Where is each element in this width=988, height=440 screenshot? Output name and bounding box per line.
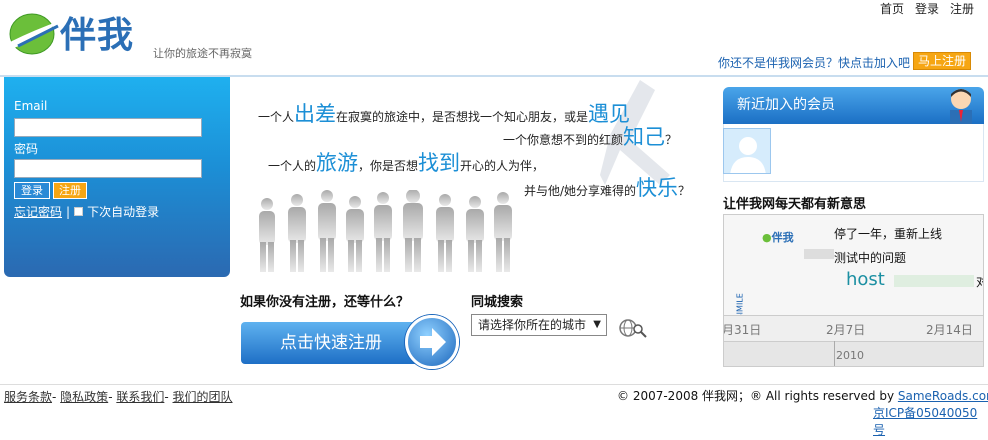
footer-link-privacy[interactable]: 隐私政策 [60,390,108,404]
icp-license-link[interactable]: 京ICP备05040050号 [873,404,988,438]
member-mascot-icon [950,89,972,124]
site-slogan: 让你的旅途不再寂寞 [153,47,252,60]
nav-login[interactable]: 登录 [915,0,939,17]
user-silhouette-icon [724,129,770,173]
timeline-event-3-tail: 对 [976,273,983,290]
login-panel: Email 密码 登录 注册 忘记密码 | 下次自动登录 [4,77,230,277]
copyright-text: © 2007-2008 伴我网；® All rights reserved by… [617,387,988,404]
logo-swoosh-icon [9,13,62,55]
timeline-date-1: 月31日 [723,323,762,337]
email-field[interactable] [14,118,202,137]
timeline-year-marker [834,341,835,366]
nav-register[interactable]: 注册 [950,0,974,17]
quick-register-button[interactable]: 点击快速注册 [241,322,421,364]
footer-link-terms[interactable]: 服务条款 [4,390,52,404]
footer-link-contact[interactable]: 联系我们 [116,390,164,404]
globe-search-icon[interactable] [618,317,648,339]
dropdown-arrow-icon: ▼ [593,319,601,330]
timeline-event-3[interactable]: host [846,269,885,290]
city-search-title: 同城搜索 [471,295,524,310]
member-avatar[interactable] [723,128,771,174]
password-label: 密码 [14,142,39,156]
city-select[interactable]: 请选择你所在的城市 ▼ [471,314,607,336]
register-cta-title: 如果你没有注册，还等什么？ [240,295,410,310]
quick-register-arrow[interactable] [405,315,459,369]
copyright-site-link[interactable]: SameRoads.com [898,389,988,403]
login-button[interactable]: 登录 [14,182,50,199]
timeline-event-1[interactable]: 停了一年，重新上线 [834,225,942,242]
timeline-date-2: 2月7日 [826,323,866,337]
people-silhouettes-image [259,190,512,272]
slogan-line-3: 一个人的旅游，你是否想找到开心的人为伴， [268,151,545,175]
footer-divider [0,384,988,385]
login-extras: 忘记密码 | 下次自动登录 [14,203,159,220]
password-field[interactable] [14,159,202,178]
site-logo[interactable]: 伴我 让你的旅途不再寂寞 [8,8,268,64]
join-now-button[interactable]: 马上注册 [913,52,971,70]
arrow-right-icon [420,328,446,356]
top-nav: 首页 登录 注册 [880,0,974,17]
timeline-event-2-bar [804,249,834,259]
email-label: Email [14,99,48,113]
timeline-date-3: 2月14日 [926,323,973,337]
timeline-year: 2010 [836,349,864,362]
news-title: 让伴我网每天都有新意思 [723,197,867,212]
city-select-value: 请选择你所在的城市 [478,318,587,332]
register-button[interactable]: 注册 [53,182,87,199]
remember-label: 下次自动登录 [87,205,160,219]
footer-links: 服务条款- 隐私政策- 联系我们- 我们的团队 [4,390,233,404]
join-prompt[interactable]: 你还不是伴我网会员？快点击加入吧 [718,54,910,71]
nav-home[interactable]: 首页 [880,0,904,17]
new-members-title: 新近加入的会员 [737,97,835,113]
timeline-event-3-highlight [894,275,974,287]
news-timeline[interactable]: ●伴我 停了一年，重新上线 测试中的问题 host 对 Timeline © S… [723,214,984,367]
logo-text: 伴我 [60,15,135,56]
timeline-logo: ●伴我 [762,231,794,244]
footer-link-team[interactable]: 我们的团队 [173,390,233,404]
login-separator: | [66,204,71,219]
remember-checkbox[interactable] [74,207,84,216]
forgot-password-link[interactable]: 忘记密码 [14,203,62,220]
timeline-event-2[interactable]: 测试中的问题 [834,249,906,266]
